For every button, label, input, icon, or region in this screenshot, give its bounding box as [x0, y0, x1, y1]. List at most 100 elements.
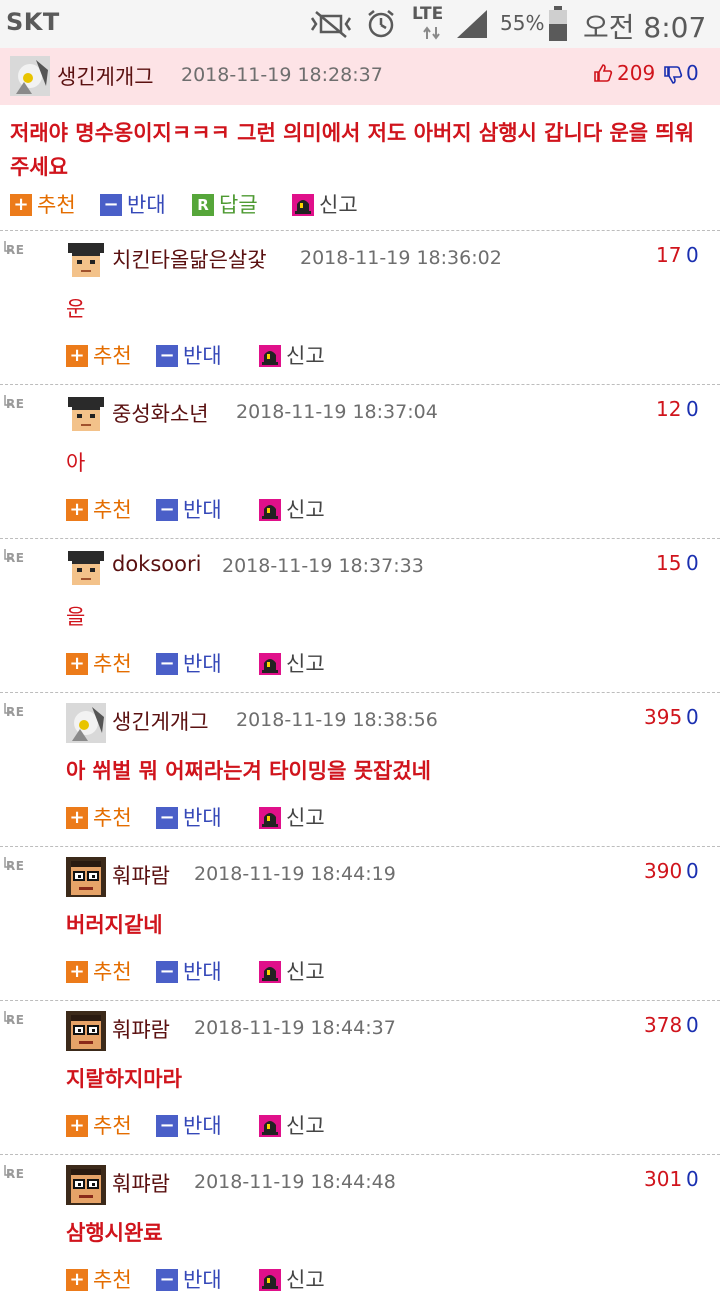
thumbs-down-icon[interactable]	[663, 65, 683, 85]
lte-icon: LTE	[412, 4, 450, 44]
recommend-label: 추천	[93, 1114, 132, 1138]
avatar[interactable]	[66, 1165, 106, 1205]
comment-datetime: 2018-11-19 18:44:48	[194, 1171, 396, 1193]
oppose-label: 반대	[183, 344, 222, 368]
author-name[interactable]: 훠퍄람	[112, 1168, 170, 1198]
report-label: 신고	[319, 193, 358, 217]
avatar[interactable]	[66, 1011, 106, 1051]
upvote-count: 15	[656, 551, 682, 575]
minus-icon: −	[156, 961, 178, 983]
siren-icon	[259, 499, 281, 521]
reply-arrow-icon	[4, 395, 13, 406]
reply-arrow-icon	[4, 241, 13, 252]
author-name[interactable]: 중성화소년	[112, 398, 209, 428]
plus-icon: +	[66, 807, 88, 829]
comment-datetime: 2018-11-19 18:36:02	[300, 247, 502, 269]
reply-body: 아 쒸벌 뭐 어쩌라는겨 타이밍을 못잡겄네	[66, 759, 431, 783]
carrier-label: SKT	[6, 8, 60, 36]
plus-icon: +	[66, 961, 88, 983]
minus-icon: −	[156, 653, 178, 675]
battery-icon	[549, 6, 567, 41]
reply-body: 삼행시완료	[66, 1221, 163, 1245]
thumbs-up-icon[interactable]	[593, 63, 613, 83]
oppose-label: 반대	[183, 498, 222, 522]
reply-item: RE 훠퍄람 2018-11-19 18:44:48 301 0 삼행시완료 + 추천 − 반대 신…	[0, 1154, 720, 1309]
author-name[interactable]: 치킨타올닮은살갗	[112, 244, 267, 274]
top-comment: 생긴게개그 2018-11-19 18:28:37 209 0 저래야 명수옹이…	[0, 48, 720, 230]
report-label: 신고	[286, 806, 325, 830]
reply-actions: + 추천 − 반대 신고	[66, 649, 366, 679]
minus-icon: −	[156, 1269, 178, 1291]
battery-percent: 55%	[500, 11, 545, 35]
reply-arrow-icon	[4, 703, 13, 714]
recommend-label: 추천	[93, 806, 132, 830]
avatar[interactable]	[66, 857, 106, 897]
upvote-count: 395	[644, 705, 683, 729]
upvote-count: 12	[656, 397, 682, 421]
minus-icon: −	[156, 807, 178, 829]
signal-icon	[457, 10, 487, 38]
plus-icon: +	[10, 194, 32, 216]
plus-icon: +	[66, 499, 88, 521]
downvote-count: 0	[686, 705, 699, 729]
author-name[interactable]: 생긴게개그	[57, 61, 154, 91]
reply-body: 아	[66, 451, 86, 475]
reply-actions: + 추천 − 반대 신고	[66, 1265, 366, 1295]
recommend-label: 추천	[93, 344, 132, 368]
reply-arrow-icon	[4, 857, 13, 868]
reply-item: RE 생긴게개그 2018-11-19 18:38:56 395 0 아 쒸벌 뭐 어쩌라…	[0, 692, 720, 847]
upvote-count: 390	[644, 859, 683, 883]
comment-datetime: 2018-11-19 18:37:04	[236, 401, 438, 423]
author-name[interactable]: 훠퍄람	[112, 1014, 170, 1044]
upvote-count: 209	[617, 61, 656, 85]
reply-item: RE 치킨타올닮은살갗 2018-11-19 18:36:02 17 0 운 + 추천 − 반대 신…	[0, 230, 720, 385]
siren-icon	[259, 345, 281, 367]
comment-body: 저래야 명수옹이지ㅋㅋㅋ 그런 의미에서 저도 아버지 삼행시 갑니다 운을 띄…	[10, 121, 695, 179]
avatar[interactable]	[66, 395, 106, 435]
author-name[interactable]: doksoori	[112, 552, 201, 576]
reply-body: 버러지같네	[66, 913, 163, 937]
minus-icon: −	[100, 194, 122, 216]
recommend-label: 추천	[93, 1268, 132, 1292]
reply-actions: + 추천 − 반대 신고	[66, 495, 366, 525]
reply-body: 운	[66, 297, 86, 321]
downvote-count: 0	[686, 397, 699, 421]
comment-actions: + 추천 − 반대 R 답글 신고	[10, 190, 410, 220]
reply-arrow-icon	[4, 1165, 13, 1176]
reply-r-icon: R	[192, 194, 214, 216]
plus-icon: +	[66, 345, 88, 367]
oppose-label: 반대	[183, 1268, 222, 1292]
minus-icon: −	[156, 345, 178, 367]
reply-arrow-icon	[4, 549, 13, 560]
reply-actions: + 추천 − 반대 신고	[66, 803, 366, 833]
reply-item: RE 훠퍄람 2018-11-19 18:44:19 390 0 버러지같네 + 추천 − 반대 신…	[0, 846, 720, 1001]
downvote-count: 0	[686, 859, 699, 883]
reply-item: RE 중성화소년 2018-11-19 18:37:04 12 0 아 + 추천 − 반대 신고	[0, 384, 720, 539]
recommend-label: 추천	[93, 652, 132, 676]
avatar[interactable]	[66, 549, 106, 589]
oppose-label: 반대	[183, 806, 222, 830]
avatar[interactable]	[66, 703, 106, 743]
clock: 오전 8:07	[583, 11, 707, 44]
oppose-label: 반대	[183, 1114, 222, 1138]
reply-item: RE doksoori 2018-11-19 18:37:33 15 0 을 + 추천 − 반대 신…	[0, 538, 720, 693]
report-label: 신고	[286, 960, 325, 984]
report-label: 신고	[286, 498, 325, 522]
upvote-count: 378	[644, 1013, 683, 1037]
oppose-label: 반대	[183, 960, 222, 984]
downvote-count: 0	[686, 61, 699, 85]
comment-datetime: 2018-11-19 18:28:37	[181, 64, 383, 86]
comment-datetime: 2018-11-19 18:37:33	[222, 555, 424, 577]
reply-item: RE 훠퍄람 2018-11-19 18:44:37 378 0 지랄하지마라 + 추천 − 반대…	[0, 1000, 720, 1155]
minus-icon: −	[156, 499, 178, 521]
recommend-label: 추천	[37, 193, 76, 217]
reply-arrow-icon	[4, 1011, 13, 1022]
author-name[interactable]: 훠퍄람	[112, 860, 170, 890]
reply-actions: + 추천 − 반대 신고	[66, 1111, 366, 1141]
author-name[interactable]: 생긴게개그	[112, 706, 209, 736]
avatar[interactable]	[66, 241, 106, 281]
oppose-label: 반대	[183, 652, 222, 676]
report-label: 신고	[286, 1268, 325, 1292]
avatar[interactable]	[10, 56, 50, 96]
report-label: 신고	[286, 652, 325, 676]
